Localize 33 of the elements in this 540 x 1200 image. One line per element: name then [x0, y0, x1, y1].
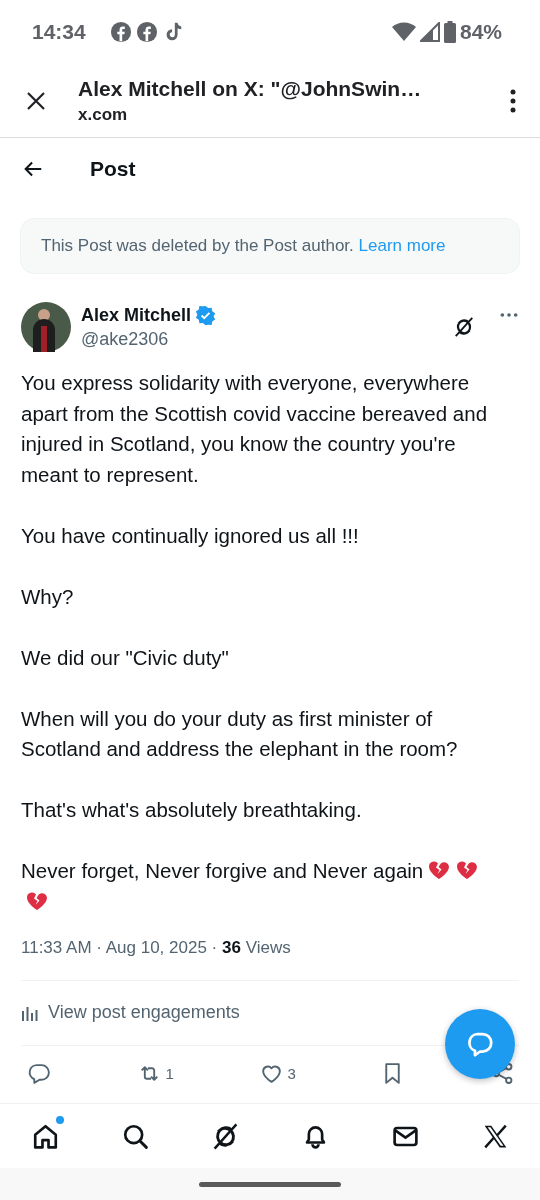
post-text: When will you do your duty as first minister of Scotland and address the elephant in the room? [21, 705, 459, 762]
gesture-bar[interactable] [199, 1181, 341, 1187]
status-time: 14:34 [32, 20, 86, 44]
reply-fab-button[interactable] [445, 1009, 515, 1079]
action-count: 1 [165, 1065, 174, 1082]
avatar-icon [21, 302, 71, 352]
slashed-circle-icon[interactable] [453, 316, 475, 338]
post-timestamp: 11:33 AM · Aug 10, 2025 · 36 Views [21, 937, 519, 981]
post-text: You have continually ignored us all !!! [21, 522, 360, 549]
signal-icon [419, 22, 440, 42]
author-name: Alex Mitchell [81, 304, 192, 326]
broken-heart-icon [427, 858, 452, 882]
wifi-icon [391, 22, 416, 42]
post-text: That's what's absolutely breathtaking. [21, 797, 363, 823]
page-title: Alex Mitchell on X: "@JohnSwin… [78, 76, 423, 101]
reply-icon[interactable] [27, 1061, 52, 1086]
more-options-icon[interactable] [499, 312, 519, 318]
more-options-icon[interactable] [510, 88, 516, 113]
broken-heart-icon [455, 858, 480, 882]
post-text: Why? [21, 583, 75, 610]
post-text: We did our "Civic duty" [21, 644, 230, 671]
author-handle: @ake2306 [81, 328, 170, 350]
battery-icon [443, 21, 456, 43]
engagements-link[interactable]: View post engagements [48, 1002, 240, 1023]
facebook-icon [135, 21, 158, 43]
action-count: 3 [287, 1065, 296, 1082]
post-text: You express solidarity with everyone, everywhere apart from the Scottish covid vaccine bereaved and injured in Scotland, you know the country you're meant to represent. [21, 370, 489, 488]
facebook-icon [109, 21, 132, 43]
deleted-notice: This Post was deleted by the Post author. Learn more [20, 218, 520, 274]
page-heading: Post [90, 157, 136, 181]
post-text: Never forget, Never forgive and Never again [21, 856, 503, 917]
battery-percentage: 84% [459, 20, 502, 44]
page-url: x.com [78, 104, 129, 125]
